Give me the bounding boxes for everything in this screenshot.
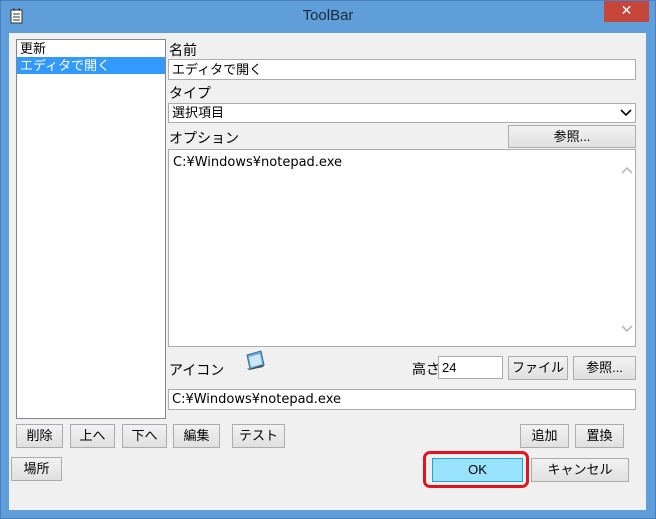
replace-button[interactable]: 置換 bbox=[575, 424, 624, 448]
toolbar-item-list[interactable]: 更新 エディタで開く bbox=[16, 39, 166, 419]
option-textarea[interactable]: C:¥Windows¥notepad.exe bbox=[168, 149, 636, 347]
title-bar: ToolBar ✕ bbox=[1, 1, 655, 33]
type-select-value: 選択項目 bbox=[172, 105, 225, 120]
move-down-button[interactable]: 下へ bbox=[122, 424, 167, 448]
delete-button[interactable]: 削除 bbox=[16, 424, 63, 448]
list-item-selected[interactable]: エディタで開く bbox=[17, 57, 165, 74]
toolbar-window: ToolBar ✕ 更新 エディタで開く 名前 エディタで開く タイプ 選択項目… bbox=[0, 0, 656, 519]
close-icon: ✕ bbox=[620, 3, 633, 19]
icon-label: アイコン bbox=[169, 362, 225, 378]
dialog-body: 更新 エディタで開く 名前 エディタで開く タイプ 選択項目 オプション 参照.… bbox=[9, 33, 646, 510]
name-label: 名前 bbox=[169, 42, 197, 58]
type-label: タイプ bbox=[169, 85, 211, 101]
icon-path-field[interactable]: C:¥Windows¥notepad.exe bbox=[168, 389, 636, 410]
file-button[interactable]: ファイル bbox=[508, 356, 568, 380]
test-button[interactable]: テスト bbox=[232, 424, 285, 448]
height-field[interactable]: 24 bbox=[438, 356, 503, 379]
notepad-icon bbox=[246, 350, 265, 370]
icon-browse-button[interactable]: 参照... bbox=[573, 356, 636, 380]
option-browse-button[interactable]: 参照... bbox=[508, 125, 636, 148]
location-button[interactable]: 場所 bbox=[11, 457, 62, 481]
option-scrollbar[interactable] bbox=[618, 150, 635, 346]
ok-button-highlight bbox=[423, 451, 529, 488]
scroll-down-icon[interactable] bbox=[618, 321, 635, 338]
move-up-button[interactable]: 上へ bbox=[70, 424, 115, 448]
close-button[interactable]: ✕ bbox=[604, 1, 649, 22]
add-button[interactable]: 追加 bbox=[520, 424, 569, 448]
list-item[interactable]: 更新 bbox=[17, 40, 165, 57]
edit-button[interactable]: 編集 bbox=[173, 424, 220, 448]
type-select[interactable]: 選択項目 bbox=[168, 103, 636, 123]
cancel-button[interactable]: キャンセル bbox=[531, 458, 629, 482]
window-title: ToolBar bbox=[302, 7, 354, 24]
scroll-up-icon[interactable] bbox=[618, 162, 635, 179]
option-text: C:¥Windows¥notepad.exe bbox=[173, 155, 342, 170]
height-label: 高さ bbox=[412, 361, 440, 377]
chevron-down-icon bbox=[620, 109, 632, 117]
name-field[interactable]: エディタで開く bbox=[168, 59, 636, 80]
option-label: オプション bbox=[169, 130, 239, 146]
